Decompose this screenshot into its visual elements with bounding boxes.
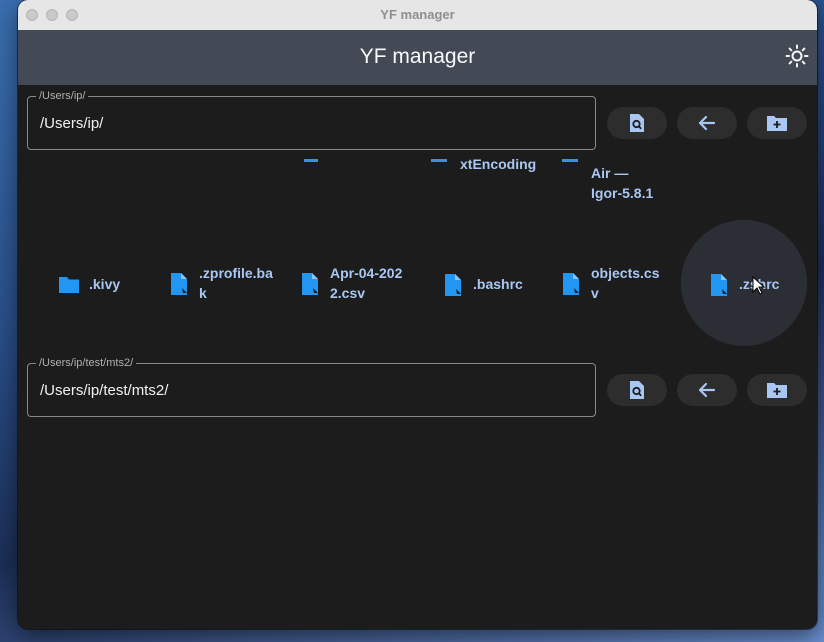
top-path-label: /Users/ip/: [36, 89, 89, 103]
file-item-objects-csv[interactable]: objects.csv: [560, 263, 665, 303]
search-file-button[interactable]: [607, 374, 667, 406]
file-icon: [431, 159, 447, 162]
top-path-field[interactable]: /Users/ip/: [27, 89, 596, 150]
sun-icon[interactable]: [785, 44, 809, 68]
file-name-label[interactable]: xtEncoding: [460, 154, 536, 174]
file-name-label: .zprofile.bak: [199, 265, 273, 301]
file-icon: [304, 159, 318, 162]
file-name-line: Igor-5.8.1: [591, 185, 654, 201]
file-icon: [563, 273, 579, 295]
window-titlebar: YF manager: [18, 0, 817, 31]
file-name-label: objects.csv: [591, 265, 660, 301]
app-toolbar: YF manager: [18, 30, 817, 85]
search-file-icon: [630, 381, 644, 399]
file-item-apr-csv[interactable]: Apr-04-2022.csv: [299, 263, 404, 303]
file-icon: [711, 274, 727, 296]
file-item-zprofile-bak[interactable]: .zprofile.bak: [168, 263, 273, 303]
mouse-cursor-icon: [752, 276, 766, 295]
file-icon: [562, 159, 578, 162]
file-name-label: .kivy: [89, 276, 121, 292]
app-title: YF manager: [359, 45, 476, 68]
file-name-label: .bashrc: [473, 276, 523, 292]
back-button[interactable]: [677, 107, 737, 139]
folder-plus-icon: [767, 116, 787, 131]
top-path-input[interactable]: [40, 115, 580, 132]
file-name-label: Apr-04-2022.csv: [330, 265, 403, 301]
file-name-line: Air —: [591, 165, 629, 181]
folder-icon: [59, 277, 79, 293]
window-title: YF manager: [380, 7, 455, 22]
file-icon: [302, 273, 318, 295]
new-folder-button[interactable]: [747, 374, 807, 406]
file-icon: [171, 273, 187, 295]
back-button[interactable]: [677, 374, 737, 406]
bottom-path-input[interactable]: [40, 382, 580, 399]
file-item-bashrc[interactable]: .bashrc: [442, 273, 547, 296]
app-window: YF manager YF manager /Users/ip/ /Users/…: [18, 0, 817, 629]
new-folder-button[interactable]: [747, 107, 807, 139]
file-icon: [445, 274, 461, 296]
file-name-label: .zshrc: [739, 274, 813, 294]
folder-plus-icon: [767, 383, 787, 398]
file-name-label[interactable]: Air — Igor-5.8.1: [591, 163, 653, 203]
file-item-kivy[interactable]: .kivy: [58, 273, 163, 296]
search-file-icon: [630, 114, 644, 132]
bottom-path-label: /Users/ip/test/mts2/: [36, 356, 137, 370]
arrow-left-icon: [698, 115, 716, 131]
search-file-button[interactable]: [607, 107, 667, 139]
arrow-left-icon: [698, 382, 716, 398]
bottom-path-field[interactable]: /Users/ip/test/mts2/: [27, 356, 596, 417]
